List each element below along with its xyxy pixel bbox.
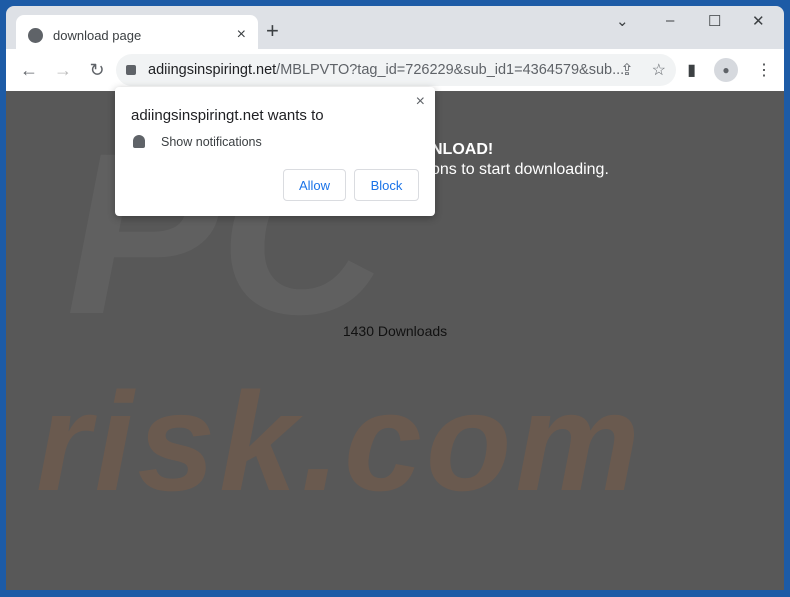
allow-button[interactable]: Allow bbox=[283, 169, 346, 201]
profile-avatar[interactable]: ● bbox=[714, 58, 738, 82]
menu-icon[interactable]: ⋮ bbox=[756, 60, 772, 80]
back-button[interactable]: ← bbox=[12, 60, 46, 81]
tab-title: download page bbox=[53, 27, 142, 43]
download-count: 1430 Downloads bbox=[342, 323, 448, 339]
share-icon[interactable]: ⇪ bbox=[620, 60, 633, 80]
page-subheading: ons to start downloading. bbox=[431, 161, 609, 178]
watermark: risk.com bbox=[36, 363, 644, 520]
reload-button[interactable]: ↻ bbox=[80, 60, 114, 81]
url-path: /MBLPVTO?tag_id=726229&sub_id1=4364579&s… bbox=[276, 62, 625, 78]
popup-close-button[interactable]: × bbox=[416, 93, 425, 111]
forward-button[interactable]: → bbox=[46, 60, 80, 81]
maximize-button[interactable]: ☐ bbox=[708, 12, 721, 30]
tab-close-button[interactable]: × bbox=[237, 26, 246, 44]
bookmark-star-icon[interactable]: ☆ bbox=[652, 60, 666, 80]
lock-icon[interactable] bbox=[126, 65, 136, 75]
toolbar: ← → ↻ adiingsinspiringt.net/MBLPVTO?tag_… bbox=[6, 49, 784, 91]
page-heading: NLOAD! bbox=[431, 141, 494, 158]
new-tab-button[interactable]: + bbox=[266, 18, 279, 44]
close-window-button[interactable]: ✕ bbox=[752, 12, 765, 30]
bell-icon bbox=[133, 135, 145, 148]
side-panel-icon[interactable]: ▮ bbox=[687, 60, 696, 80]
tab-search-button[interactable]: ⌄ bbox=[616, 12, 629, 30]
notification-permission-popup: adiingsinspiringt.net wants to × Show no… bbox=[115, 87, 435, 216]
popup-title: adiingsinspiringt.net wants to bbox=[131, 107, 324, 124]
minimize-button[interactable]: – bbox=[666, 12, 674, 29]
permission-label: Show notifications bbox=[161, 135, 262, 149]
url-domain: adiingsinspiringt.net bbox=[148, 62, 277, 78]
block-button[interactable]: Block bbox=[354, 169, 419, 201]
globe-icon bbox=[28, 27, 43, 43]
address-bar[interactable]: adiingsinspiringt.net/MBLPVTO?tag_id=726… bbox=[116, 54, 676, 86]
